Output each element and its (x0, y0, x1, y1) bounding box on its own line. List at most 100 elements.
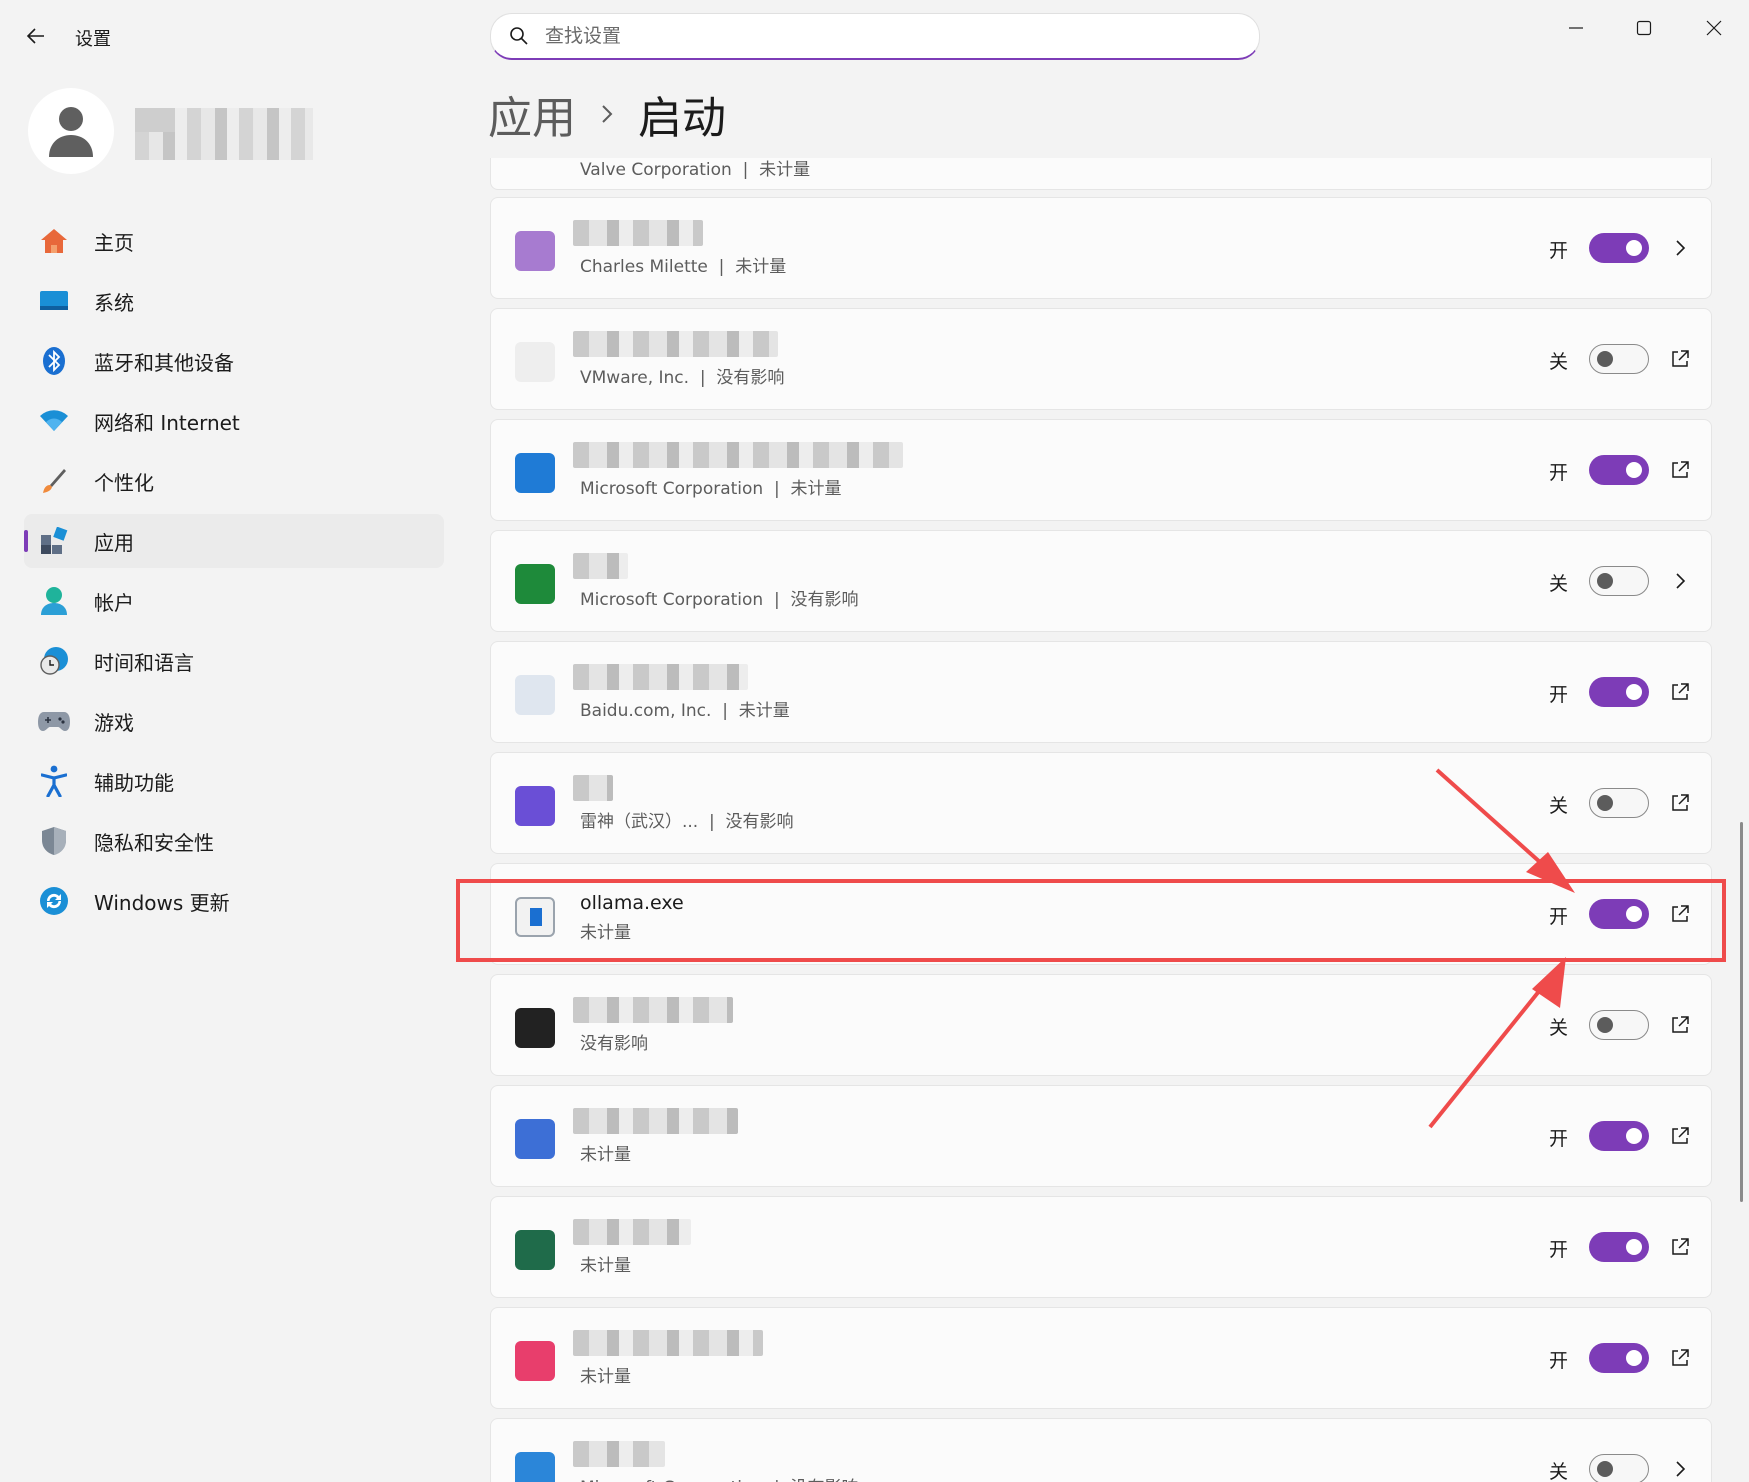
search-input[interactable] (545, 25, 1195, 47)
sidebar-item-time-language[interactable]: 时间和语言 (24, 634, 444, 688)
app-publisher-impact: 未计量 (580, 1256, 631, 1276)
breadcrumb-parent-link[interactable]: 应用 (488, 82, 576, 146)
external-link-icon[interactable] (1666, 456, 1694, 484)
startup-app-row: Microsoft Corporation | 没有影响 关 (490, 530, 1712, 632)
toggle-state-label: 开 (1549, 1350, 1569, 1372)
page-title: 启动 (638, 93, 726, 144)
username-redacted (135, 108, 313, 160)
sidebar-nav: 主页 系统 蓝牙和其他设备 网络和 Internet 个性化 应用 帐户 时间和… (24, 214, 444, 934)
app-icon (515, 1119, 555, 1159)
back-arrow-icon (26, 28, 44, 44)
startup-toggle[interactable] (1589, 788, 1649, 818)
update-icon (38, 885, 70, 917)
app-publisher-impact: Microsoft Corporation | 没有影响 (580, 590, 859, 610)
app-name: ollama.exe (580, 892, 684, 914)
startup-app-row: Valve Corporation | 未计量 (490, 158, 1712, 190)
app-name-redacted (573, 664, 748, 690)
accessibility-icon (38, 765, 70, 797)
startup-app-row: 雷神（武汉）... | 没有影响 关 (490, 752, 1712, 854)
startup-toggle[interactable] (1589, 1454, 1649, 1482)
external-link-icon[interactable] (1666, 789, 1694, 817)
sidebar-item-system[interactable]: 系统 (24, 274, 444, 328)
user-avatar-icon (49, 107, 93, 157)
startup-toggle[interactable] (1589, 1343, 1649, 1373)
minimize-icon (1569, 27, 1583, 29)
startup-app-row: 未计量 开 (490, 1196, 1712, 1298)
sidebar-item-apps[interactable]: 应用 (24, 514, 444, 568)
startup-toggle[interactable] (1589, 899, 1649, 929)
app-icon (515, 342, 555, 382)
app-name-redacted (573, 775, 613, 801)
chevron-right-icon[interactable] (1666, 567, 1694, 595)
app-icon (515, 1008, 555, 1048)
external-link-icon[interactable] (1666, 345, 1694, 373)
maximize-button[interactable] (1616, 8, 1672, 48)
startup-app-row: Microsoft Corporation | 没有影响 关 (490, 1418, 1712, 1482)
app-name-redacted (573, 331, 778, 357)
app-publisher-impact: Microsoft Corporation | 没有影响 (580, 1473, 859, 1482)
toggle-state-label: 开 (1549, 462, 1569, 484)
back-button[interactable] (20, 20, 52, 52)
external-link-icon[interactable] (1666, 1344, 1694, 1372)
startup-toggle[interactable] (1589, 677, 1649, 707)
clock-globe-icon (38, 645, 70, 677)
app-icon (515, 231, 555, 271)
startup-app-row: VMware, Inc. | 没有影响 关 (490, 308, 1712, 410)
startup-toggle[interactable] (1589, 344, 1649, 374)
app-icon (515, 564, 555, 604)
app-icon (515, 786, 555, 826)
startup-app-row: Baidu.com, Inc. | 未计量 开 (490, 641, 1712, 743)
chevron-right-icon[interactable] (1666, 234, 1694, 262)
app-icon (515, 897, 555, 937)
avatar[interactable] (28, 88, 114, 174)
startup-toggle[interactable] (1589, 566, 1649, 596)
toggle-state-label: 开 (1549, 906, 1569, 928)
sidebar-item-privacy-security[interactable]: 隐私和安全性 (24, 814, 444, 868)
startup-toggle[interactable] (1589, 1232, 1649, 1262)
app-publisher-impact: Microsoft Corporation | 未计量 (580, 479, 842, 499)
app-publisher-impact: 雷神（武汉）... | 没有影响 (580, 812, 794, 832)
sidebar-item-accounts[interactable]: 帐户 (24, 574, 444, 628)
app-name-redacted (573, 220, 703, 246)
app-name-redacted (573, 1441, 665, 1467)
toggle-state-label: 关 (1549, 795, 1569, 817)
scrollbar-thumb[interactable] (1740, 822, 1743, 1202)
startup-toggle[interactable] (1589, 1121, 1649, 1151)
startup-toggle[interactable] (1589, 1010, 1649, 1040)
close-button[interactable] (1686, 8, 1742, 48)
home-icon (38, 225, 70, 257)
app-publisher-impact: 未计量 (580, 923, 631, 943)
startup-toggle[interactable] (1589, 233, 1649, 263)
app-icon (515, 1341, 555, 1381)
maximize-icon (1636, 20, 1652, 36)
system-icon (38, 285, 70, 317)
app-icon (515, 1452, 555, 1482)
sidebar-item-accessibility[interactable]: 辅助功能 (24, 754, 444, 808)
bluetooth-icon (38, 345, 70, 377)
external-link-icon[interactable] (1666, 900, 1694, 928)
sidebar-item-gaming[interactable]: 游戏 (24, 694, 444, 748)
sidebar-item-bluetooth[interactable]: 蓝牙和其他设备 (24, 334, 444, 388)
minimize-button[interactable] (1548, 8, 1604, 48)
external-link-icon[interactable] (1666, 1233, 1694, 1261)
toggle-state-label: 关 (1549, 573, 1569, 595)
external-link-icon[interactable] (1666, 1011, 1694, 1039)
external-link-icon[interactable] (1666, 1122, 1694, 1150)
sidebar-item-network[interactable]: 网络和 Internet (24, 394, 444, 448)
startup-toggle[interactable] (1589, 455, 1649, 485)
search-box[interactable] (490, 13, 1260, 60)
app-name-redacted (573, 1219, 691, 1245)
wifi-icon (38, 405, 70, 437)
app-publisher-impact: 没有影响 (580, 1034, 648, 1054)
external-link-icon[interactable] (1666, 678, 1694, 706)
sidebar-item-windows-update[interactable]: Windows 更新 (24, 874, 444, 928)
app-publisher-impact: Charles Milette | 未计量 (580, 257, 787, 277)
brush-icon (38, 465, 70, 497)
sidebar-item-home[interactable]: 主页 (24, 214, 444, 268)
app-name-redacted (573, 1330, 763, 1356)
app-name-redacted (573, 1108, 738, 1134)
toggle-state-label: 开 (1549, 1239, 1569, 1261)
startup-app-list: Valve Corporation | 未计量 Charles Milette |… (488, 158, 1714, 1482)
chevron-right-icon[interactable] (1666, 1455, 1694, 1482)
sidebar-item-personalization[interactable]: 个性化 (24, 454, 444, 508)
